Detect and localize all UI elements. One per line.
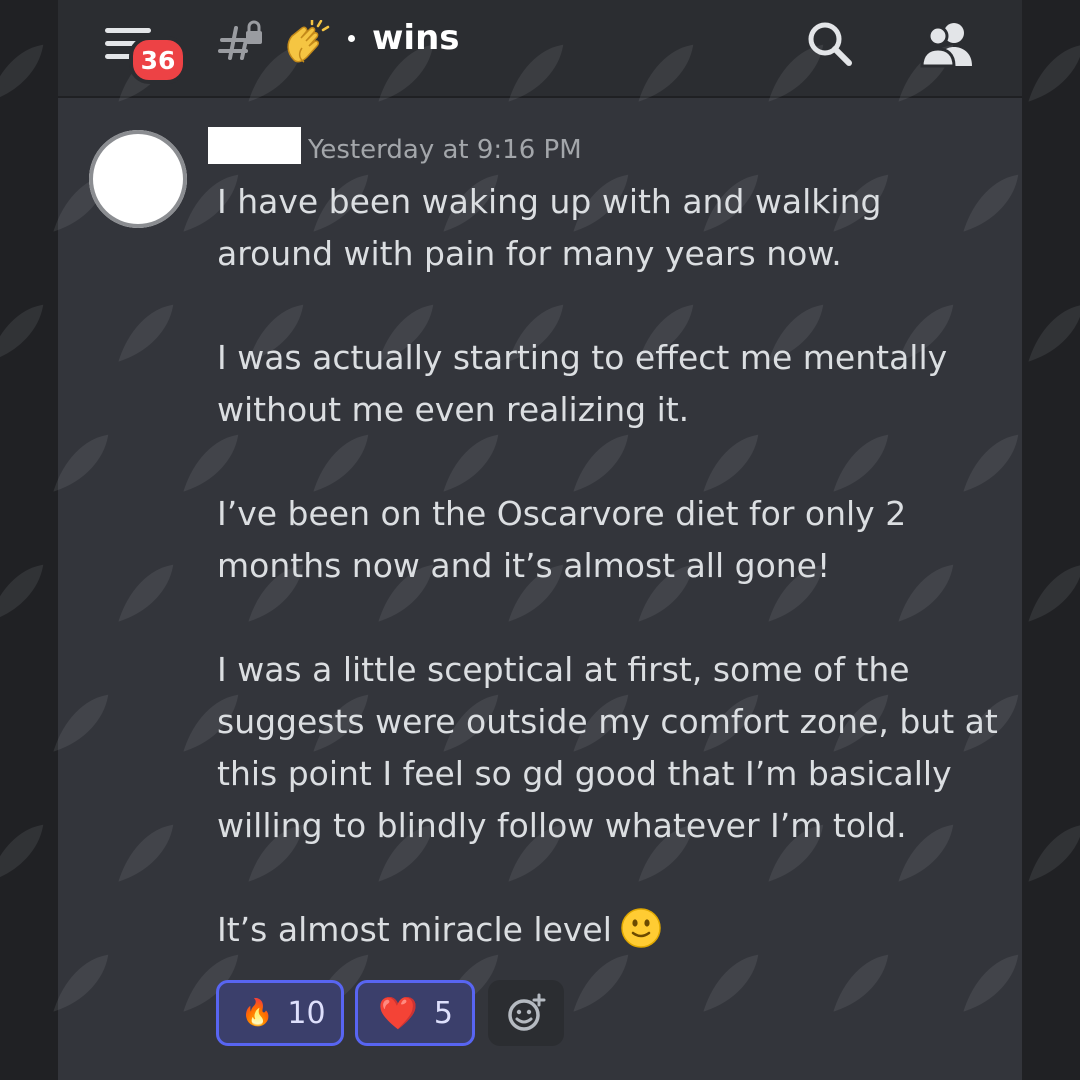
members-icon[interactable] (920, 20, 976, 68)
avatar[interactable] (89, 130, 187, 228)
slight-smile-emoji (621, 907, 661, 948)
message-paragraph: I was actually starting to effect me men… (217, 338, 948, 429)
reaction-count: 5 (433, 995, 453, 1031)
redacted-username (208, 127, 301, 164)
message-paragraph: I’ve been on the Oscarvore diet for only… (217, 494, 907, 585)
search-icon[interactable] (806, 20, 854, 68)
message-paragraph-text: It’s almost miracle level (217, 910, 612, 949)
fire-emoji: 🔥 (241, 998, 274, 1028)
right-border (1022, 0, 1080, 1080)
heart-emoji: ❤️ (378, 994, 418, 1032)
add-reaction-button[interactable] (488, 980, 564, 1046)
avatar-image (99, 140, 177, 218)
reaction-heart[interactable]: ❤️ 5 (355, 980, 475, 1046)
reaction-count: 10 (287, 995, 326, 1031)
locked-channel-icon (218, 20, 262, 60)
clap-icon (287, 20, 330, 63)
channel-header (58, 0, 1022, 98)
left-border (0, 0, 58, 1080)
add-reaction-icon (508, 993, 546, 1031)
message-paragraph: I have been waking up with and walking a… (217, 182, 882, 273)
app-screen: 36 wins Yesterday at 9:16 PM I have been… (0, 0, 1080, 1080)
channel-name[interactable]: wins (372, 18, 460, 58)
message-body: I have been waking up with and walking a… (217, 176, 1007, 956)
message-timestamp: Yesterday at 9:16 PM (308, 135, 582, 165)
unread-badge: 36 (129, 36, 187, 84)
message-paragraph: I was a little sceptical at first, some … (217, 650, 998, 845)
message-paragraph-final: It’s almost miracle level (217, 904, 1007, 956)
reaction-fire[interactable]: 🔥 10 (216, 980, 344, 1046)
separator-dot (348, 35, 355, 42)
